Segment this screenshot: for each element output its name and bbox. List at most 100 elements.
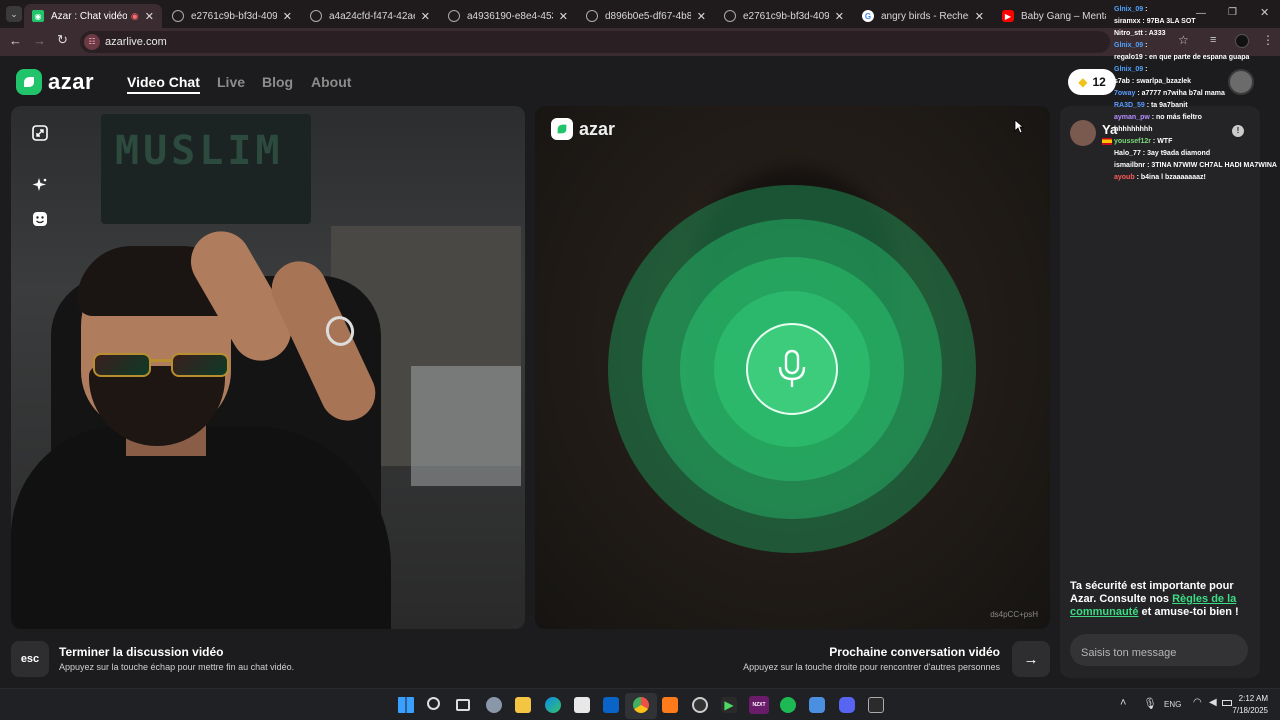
outlook-icon[interactable] [603,697,619,713]
windows-start-icon[interactable] [398,697,414,713]
tray-chevron-icon[interactable]: ˄ [1120,697,1126,709]
stream-chat-line: Halo_77 : 3ay t9ada diamond [1114,150,1210,157]
smiley-icon [33,212,47,226]
close-tab-icon[interactable]: ✕ [559,10,568,23]
search-icon[interactable] [427,697,440,710]
mouse-cursor-icon [1014,119,1024,134]
nav-live[interactable]: Live [217,74,245,90]
tab-youtube[interactable]: ▶ Baby Gang – Mentalité [C [994,4,1114,28]
stream-chat-user: youssef12r [1114,138,1151,145]
webcam-window-light [411,366,521,486]
close-tab-icon[interactable]: ✕ [283,10,292,23]
next-chat-title: Prochaine conversation vidéo [829,645,1000,659]
stream-chat-message: : WTF [1150,138,1173,145]
tab-google[interactable]: G angry birds - Recherche G ✕ [854,4,992,28]
spotify-icon[interactable] [780,697,796,713]
play-app-icon[interactable]: ▶ [721,697,737,713]
close-tab-icon[interactable]: ✕ [697,10,706,23]
message-input[interactable]: Saisis ton message [1070,634,1248,666]
microphone-icon [778,349,806,387]
next-chat-subtitle: Appuyez sur la touche droite pour rencon… [743,662,1000,672]
local-video-panel: MUSLIM [11,106,525,629]
tab-6[interactable]: e2761c9b-bf3d-409d-93c ✕ [716,4,852,28]
windows-taskbar: ▶ NZXT ˄ 🎙 ENG ◠ ◀ 2:12 AM 7/18/2025 [0,688,1280,720]
end-chat-title: Terminer la discussion vidéo [59,645,224,659]
edge-icon[interactable] [545,697,561,713]
app-orange-icon[interactable] [662,697,678,713]
close-tab-icon[interactable]: ✕ [835,10,844,23]
stream-chat-user: Halo_77 [1114,150,1141,157]
chat-panel: Ya ! Ta sécurité est importante pour Aza… [1060,106,1260,678]
nzxt-icon[interactable]: NZXT [749,696,769,714]
stream-chat-message: : swarlpa_bzazlek [1129,78,1192,85]
stream-chat-user: Glnix_09 [1114,6,1144,13]
tab-5[interactable]: d896b0e5-df67-4b8b-a8 ✕ [578,4,714,28]
stream-chat-line: youssef12r : WTF [1114,138,1172,145]
address-toolbar: ← → ↻ ☷ azarlive.com ☆ ≡ ⋮ [0,28,1280,56]
mic-button[interactable] [746,323,838,415]
store-icon[interactable] [574,697,590,713]
nav-video-chat[interactable]: Video Chat [127,74,200,94]
clock-time[interactable]: 2:12 AM [1236,694,1268,703]
azar-logo-icon [16,69,42,95]
globe-icon [724,10,736,22]
task-view-icon[interactable] [456,699,470,711]
azar-logo-text: azar [48,69,95,94]
stream-chat-message: : [1143,6,1148,13]
sparkle-icon [32,178,47,191]
wifi-icon[interactable]: ◠ [1193,697,1202,708]
discord-icon[interactable] [839,697,855,713]
forward-icon[interactable]: → [33,33,46,48]
stream-chat-line: RA3D_59 : ta 9a7banit [1114,102,1188,109]
safety-notice: Ta sécurité est importante pour Azar. Co… [1070,580,1239,618]
stream-chat-message: : A333 [1142,30,1166,37]
settings-gear-icon[interactable] [486,697,502,713]
nav-about[interactable]: About [311,74,351,90]
tab-azar[interactable]: ◉ Azar : Chat vidéo avec ◉ ✕ [24,4,162,28]
globe-icon [586,10,598,22]
close-tab-icon[interactable]: ✕ [421,10,430,23]
globe-icon [310,10,322,22]
face-filter-button[interactable] [27,206,53,232]
azar-logo[interactable]: azar [16,69,94,95]
clock-date[interactable]: 7/18/2025 [1228,706,1268,715]
tab-2[interactable]: e2761c9b-bf3d-409d-93c ✕ [164,4,300,28]
stream-chat-line: ayoub : b4ina l bzaaaaaaaz! [1114,174,1206,181]
stream-chat-line: hhhhhhhhh [1114,126,1152,133]
tray-mic-icon[interactable]: 🎙 [1143,697,1157,710]
stream-chat-line: regalo19 : en que parte de espana guapa [1114,54,1249,61]
stream-chat-user: regalo19 [1114,54,1143,61]
terminal-icon[interactable] [868,697,884,713]
app-blue-icon[interactable] [809,697,825,713]
file-explorer-icon[interactable] [515,697,531,713]
stream-chat-user: siramxx [1114,18,1141,25]
fullscreen-toggle-button[interactable] [27,120,53,146]
next-chat-button[interactable]: → [1012,641,1050,677]
gems-count: 12 [1092,75,1106,89]
stream-chat-overlay: Glnix_09 : siramxx : 97BA 3LA SOT Nitro_s… [1110,4,1280,184]
gems-counter[interactable]: ◆ 12 [1068,69,1116,95]
close-tab-icon[interactable]: ✕ [975,10,984,23]
effects-button[interactable] [27,172,53,198]
back-icon[interactable]: ← [9,33,22,48]
tab-3[interactable]: a4a24cfd-f474-42ae-8db ✕ [302,4,438,28]
language-indicator[interactable]: ENG [1164,700,1181,709]
nav-blog[interactable]: Blog [262,74,293,90]
volume-icon[interactable]: ◀ [1209,697,1217,708]
site-info-icon[interactable]: ☷ [84,34,100,50]
tab-4[interactable]: a4936190-e8e4-4535-8d ✕ [440,4,576,28]
stream-chat-line: Glnix_09 : [1114,6,1147,13]
gem-icon: ◆ [1078,75,1088,89]
arrow-right-icon: → [1023,650,1039,668]
stream-chat-line: ismailbnr : 3TINA N7WIW CH7AL HADI MA7WI… [1114,162,1277,169]
tab-search-button[interactable]: ⌄ [6,6,22,22]
obs-icon[interactable] [692,697,708,713]
active-app-indicator [625,693,657,719]
close-tab-icon[interactable]: ✕ [145,10,154,23]
stream-chat-user: ayoub [1114,174,1135,181]
remote-user-avatar[interactable] [1070,120,1096,146]
esc-key-button[interactable]: esc [11,641,49,677]
reload-icon[interactable]: ↻ [57,32,68,48]
address-bar[interactable]: ☷ azarlive.com [80,31,1110,53]
remote-video-panel: azar ds4pCC+psH [535,106,1050,629]
